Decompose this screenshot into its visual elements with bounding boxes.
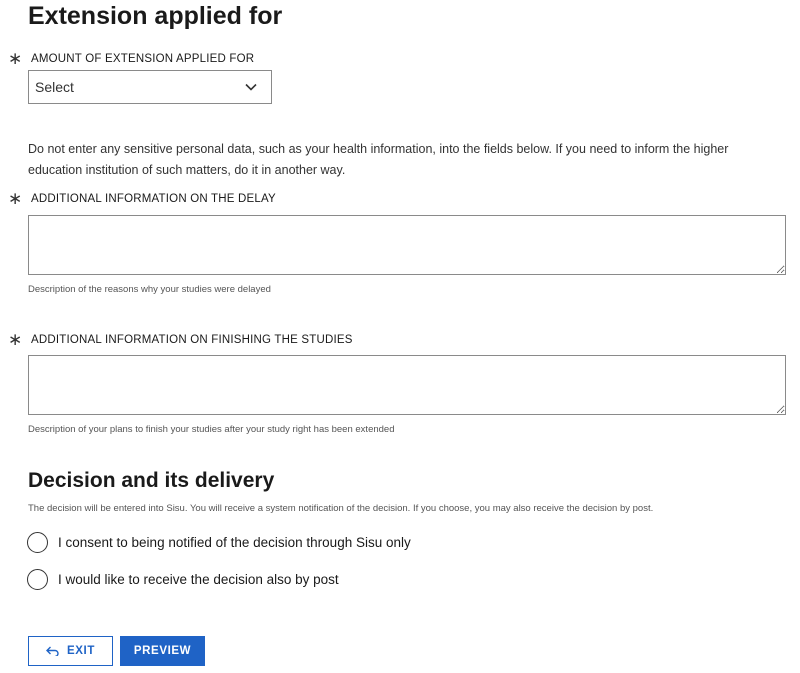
asterisk-icon: ∗ [8, 330, 23, 349]
delay-info-textarea[interactable] [28, 215, 786, 275]
decision-description: The decision will be entered into Sisu. … [28, 503, 654, 514]
radio-label: I consent to being notified of the decis… [58, 535, 411, 550]
radio-label: I would like to receive the decision als… [58, 572, 339, 587]
radio-also-by-post[interactable]: I would like to receive the decision als… [27, 569, 339, 590]
chevron-down-icon [245, 83, 257, 91]
amount-label-text: AMOUNT OF EXTENSION APPLIED FOR [31, 53, 255, 65]
exit-button-label: EXIT [67, 645, 95, 657]
asterisk-icon: ∗ [8, 189, 23, 208]
amount-label: ∗ AMOUNT OF EXTENSION APPLIED FOR [8, 49, 255, 68]
finish-help-text: Description of your plans to finish your… [28, 424, 395, 435]
preview-button[interactable]: PREVIEW [120, 636, 205, 666]
finish-info-textarea[interactable] [28, 355, 786, 415]
radio-button[interactable] [27, 569, 48, 590]
decision-section-title: Decision and its delivery [28, 469, 275, 492]
delay-help-text: Description of the reasons why your stud… [28, 284, 271, 295]
preview-button-label: PREVIEW [133, 645, 192, 657]
delay-label-text: ADDITIONAL INFORMATION ON THE DELAY [31, 193, 276, 205]
amount-select[interactable]: Select [28, 70, 272, 104]
amount-select-value: Select [35, 79, 74, 95]
finish-label-text: ADDITIONAL INFORMATION ON FINISHING THE … [31, 334, 353, 346]
finish-label: ∗ ADDITIONAL INFORMATION ON FINISHING TH… [8, 330, 353, 349]
radio-sisu-only[interactable]: I consent to being notified of the decis… [27, 532, 411, 553]
extension-section-title: Extension applied for [28, 2, 283, 30]
exit-arrow-icon [46, 644, 59, 659]
radio-button[interactable] [27, 532, 48, 553]
exit-button[interactable]: EXIT [28, 636, 113, 666]
delay-label: ∗ ADDITIONAL INFORMATION ON THE DELAY [8, 189, 276, 208]
application-form: Extension applied for ∗ AMOUNT OF EXTENS… [0, 0, 800, 673]
sensitive-data-notice: Do not enter any sensitive personal data… [28, 142, 729, 177]
asterisk-icon: ∗ [8, 49, 23, 68]
